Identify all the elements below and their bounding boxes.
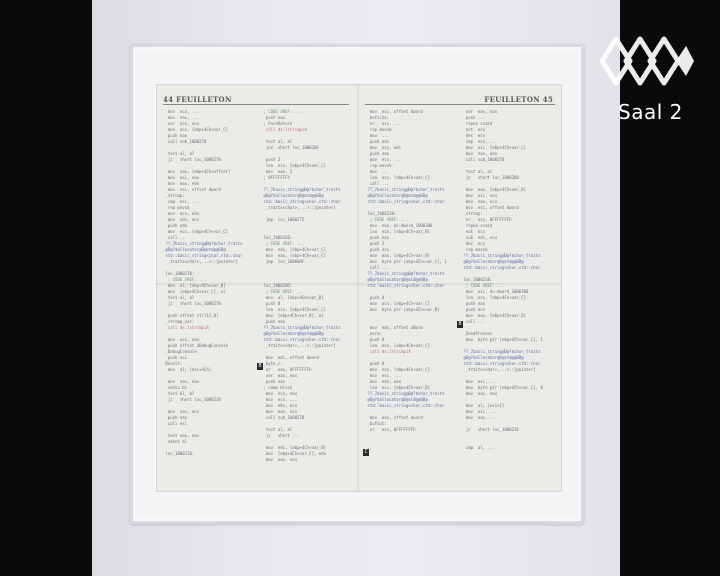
code-line: mov byte ptr [ebp+4Ch+var_C], 1 [461,337,543,342]
code-column-1: mov ecx, ... mov eax, ... xor ecx, ecx m… [163,109,257,457]
code-line: cmp al, ... [461,445,495,450]
room-label: Saal 2 [618,100,683,124]
code-line: or ecx, 0FFFFFFFh [365,427,416,432]
framed-newspaper-page: 44 FEUILLETON FEUILLETON 45 mov ecx, ...… [156,84,562,492]
code-line: mov edx, ecx [261,457,298,462]
page-header-left: 44 FEUILLETON [163,95,232,104]
page-header-right: FEUILLETON 45 [484,95,553,104]
code-column-3: mov esi, offset dword _bufsize: or ecx, … [365,109,459,433]
code-column-4: xor eax, eax push ... repne scasd not ec… [461,109,555,451]
ccc-logo-icon [600,36,694,86]
code-column-2: ; CODE XREF: ... push eax ; PushReturn c… [261,109,355,463]
code-line: loc_1000218: [461,277,493,282]
code-line: loc_1000210: [163,451,195,456]
header-rule-left [163,104,349,105]
marker-b: B [257,363,263,370]
header-rule-right [365,104,555,105]
marker-b-2: B [457,321,463,328]
code-line: ; CODE XREF: ... [163,277,207,282]
marker-c: C [363,449,369,456]
code-line: @D@?$allocator@D@std@@6B@ [365,277,428,282]
